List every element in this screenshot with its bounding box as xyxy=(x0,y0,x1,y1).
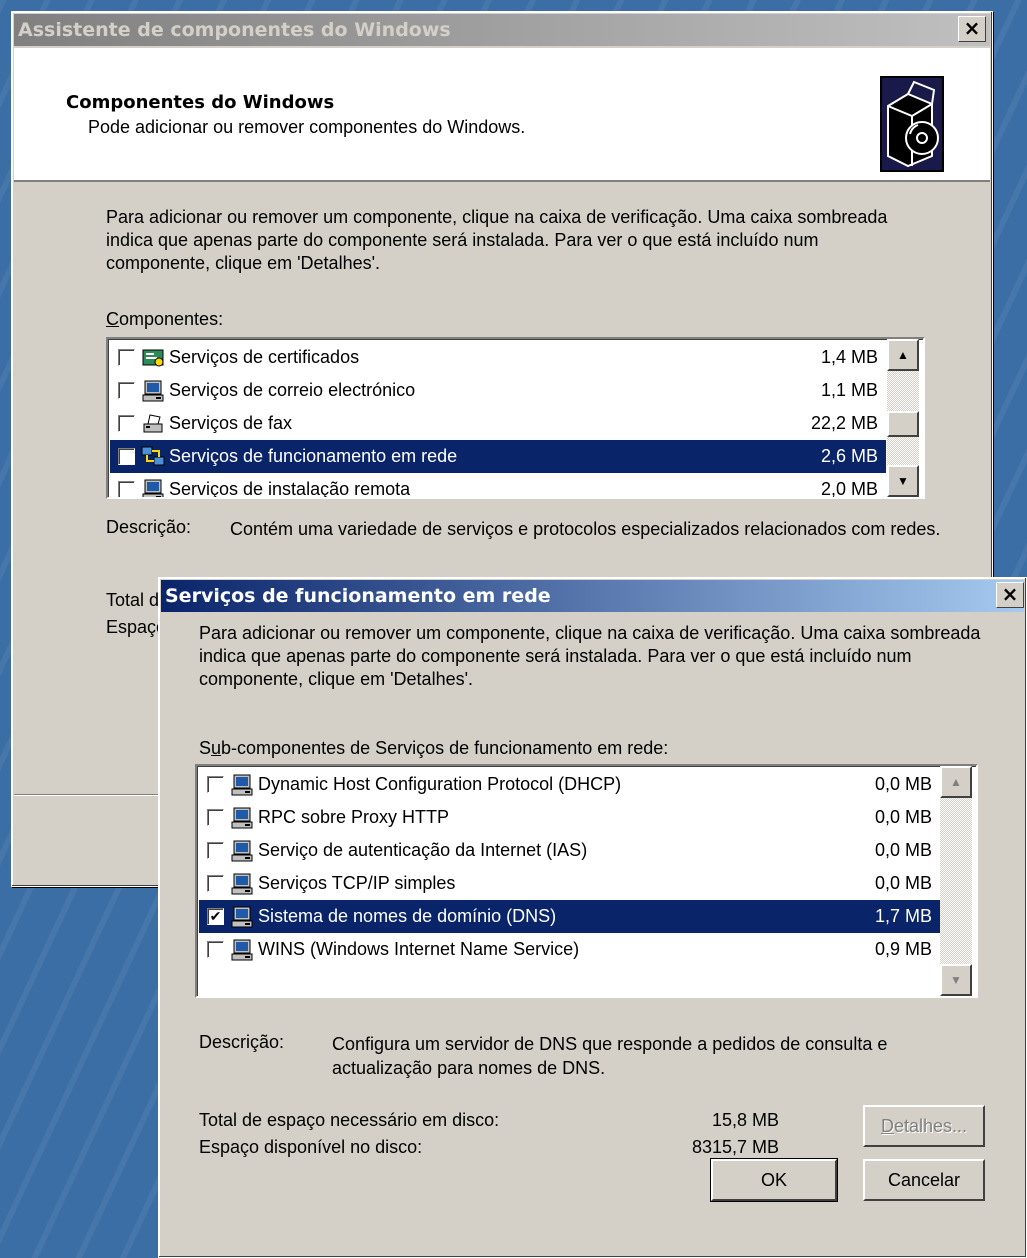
subcomponent-label: Dynamic Host Configuration Protocol (DHC… xyxy=(258,774,622,794)
scroll-up-button[interactable]: ▲ xyxy=(887,339,919,371)
wizard-titlebar[interactable]: Assistente de componentes do Windows xyxy=(14,14,990,46)
subcomponent-size: 1,7 MB xyxy=(874,906,932,926)
subcomponent-size: 0,0 MB xyxy=(874,873,932,893)
available-space-value: 8315,7 MB xyxy=(691,1137,779,1157)
subdialog-titlebar[interactable]: Serviços de funcionamento em rede xyxy=(161,580,1024,612)
header-title: Componentes do Windows xyxy=(66,92,335,113)
subdialog-description-label: Descrição: xyxy=(199,1032,285,1052)
component-row[interactable]: Serviços de fax 22,2 MB xyxy=(110,407,886,440)
fax-icon xyxy=(141,412,165,436)
computer-icon xyxy=(141,379,165,403)
component-row[interactable]: Serviços de correio electrónico 1,1 MB xyxy=(110,374,886,407)
computer-icon xyxy=(230,872,254,896)
subcomponent-label: WINS (Windows Internet Name Service) xyxy=(258,939,580,959)
component-size: 22,2 MB xyxy=(810,413,878,433)
component-row[interactable]: Serviços de instalação remota 2,0 MB xyxy=(110,473,886,499)
network-services-dialog: Serviços de funcionamento em rede × Para… xyxy=(158,577,1027,1258)
subcomponent-row[interactable]: ✔ Sistema de nomes de domínio (DNS) 1,7 MB xyxy=(199,900,940,933)
component-checkbox[interactable] xyxy=(118,415,135,432)
subcomponent-label: Serviços TCP/IP simples xyxy=(258,873,456,893)
subcomponent-checkbox[interactable] xyxy=(207,776,224,793)
subcomponent-size: 0,9 MB xyxy=(874,939,932,959)
component-label: Serviços de instalação remota xyxy=(169,479,411,499)
computer-icon xyxy=(230,773,254,797)
details-button[interactable]: Detalhes... xyxy=(863,1105,985,1147)
component-label: Serviços de fax xyxy=(169,413,293,433)
component-checkbox[interactable] xyxy=(118,481,135,497)
component-size: 1,4 MB xyxy=(820,347,878,367)
total-space-label-partial: Total d xyxy=(106,590,160,610)
subcomponent-size: 0,0 MB xyxy=(874,840,932,860)
component-label: Serviços de certificados xyxy=(169,347,360,367)
component-checkbox[interactable] xyxy=(118,382,135,399)
components-list[interactable]: Serviços de certificados 1,4 MB Serviços d… xyxy=(106,337,925,499)
subcomponent-checkbox[interactable] xyxy=(207,842,224,859)
scroll-up-button[interactable]: ▲ xyxy=(940,766,972,798)
component-row[interactable]: Serviços de funcionamento em rede 2,6 MB xyxy=(110,440,886,473)
subdialog-title: Serviços de funcionamento em rede xyxy=(165,585,551,607)
header-subtitle: Pode adicionar ou remover componentes do… xyxy=(88,117,526,137)
computer-icon xyxy=(230,938,254,962)
subcomponent-label: Sistema de nomes de domínio (DNS) xyxy=(258,906,557,926)
component-size: 1,1 MB xyxy=(820,380,878,400)
scroll-down-button[interactable]: ▼ xyxy=(940,964,972,996)
component-size: 2,0 MB xyxy=(820,479,878,499)
subcomponent-row[interactable]: Serviço de autenticação da Internet (IAS… xyxy=(199,834,940,867)
component-checkbox[interactable] xyxy=(118,349,135,366)
certificate-icon xyxy=(141,346,165,370)
wizard-title: Assistente de componentes do Windows xyxy=(18,19,451,41)
subcomponent-checkbox[interactable]: ✔ xyxy=(207,908,224,925)
subcomponent-label: Serviço de autenticação da Internet (IAS… xyxy=(258,840,588,860)
subcomponents-label: Sub-componentes de Serviços de funcionam… xyxy=(199,738,669,758)
wizard-intro-text: Para adicionar ou remover um componente,… xyxy=(106,207,888,273)
scroll-thumb[interactable] xyxy=(887,411,919,437)
component-checkbox[interactable] xyxy=(118,448,135,465)
ok-button[interactable]: OK xyxy=(710,1158,838,1202)
subcomponent-size: 0,0 MB xyxy=(874,774,932,794)
subdialog-close-button[interactable]: × xyxy=(996,582,1024,608)
subcomponents-list[interactable]: Dynamic Host Configuration Protocol (DHC… xyxy=(195,764,978,998)
network-icon xyxy=(141,445,165,469)
computer-icon xyxy=(230,839,254,863)
subcomponent-checkbox[interactable] xyxy=(207,809,224,826)
subcomponent-checkbox[interactable] xyxy=(207,941,224,958)
close-icon: × xyxy=(963,16,981,40)
computer-icon xyxy=(230,905,254,929)
subcomponent-label: RPC sobre Proxy HTTP xyxy=(258,807,450,827)
wizard-header: Componentes do Windows Pode adicionar ou… xyxy=(14,48,990,182)
wizard-close-button[interactable]: × xyxy=(958,16,986,42)
computer-icon xyxy=(230,806,254,830)
total-required-value: 15,8 MB xyxy=(711,1110,779,1130)
close-icon: × xyxy=(1001,582,1019,606)
subcomponents-scrollbar[interactable]: ▲ ▼ xyxy=(940,766,972,996)
subcomponent-row[interactable]: WINS (Windows Internet Name Service) 0,9 … xyxy=(199,933,940,966)
subcomponent-row[interactable]: Dynamic Host Configuration Protocol (DHC… xyxy=(199,768,940,801)
subcomponent-size: 0,0 MB xyxy=(874,807,932,827)
description-label: Descrição: xyxy=(106,517,192,537)
windows-components-box-icon xyxy=(880,76,944,172)
component-size: 2,6 MB xyxy=(820,446,878,466)
component-label: Serviços de funcionamento em rede xyxy=(169,446,458,466)
scroll-down-button[interactable]: ▼ xyxy=(887,465,919,497)
subcomponent-row[interactable]: Serviços TCP/IP simples 0,0 MB xyxy=(199,867,940,900)
component-label: Serviços de correio electrónico xyxy=(169,380,416,400)
component-row[interactable]: Serviços de certificados 1,4 MB xyxy=(110,341,886,374)
cancel-button[interactable]: Cancelar xyxy=(863,1159,985,1201)
computer-icon xyxy=(141,478,165,497)
total-required-label: Total de espaço necessário em disco: xyxy=(199,1110,500,1130)
subcomponent-checkbox[interactable] xyxy=(207,875,224,892)
components-label: Componentes: xyxy=(106,309,224,329)
description-text: Contém uma variedade de serviços e proto… xyxy=(230,519,941,539)
components-scrollbar[interactable]: ▲ ▼ xyxy=(887,339,919,497)
subdialog-intro-text: Para adicionar ou remover um componente,… xyxy=(199,623,981,689)
available-space-label: Espaço disponível no disco: xyxy=(199,1137,423,1157)
subdialog-description-text: Configura um servidor de DNS que respond… xyxy=(332,1034,888,1078)
subcomponent-row[interactable]: RPC sobre Proxy HTTP 0,0 MB xyxy=(199,801,940,834)
